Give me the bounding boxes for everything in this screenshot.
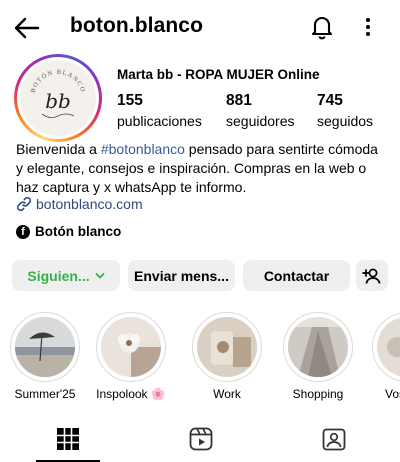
following-button[interactable]: Siguien...	[12, 260, 120, 291]
highlight-inspolook[interactable]: Inspolook 🌸	[95, 312, 167, 401]
following-button-label: Siguien...	[27, 267, 90, 284]
facebook-icon: f	[16, 224, 30, 239]
chevron-down-icon	[95, 272, 105, 279]
bio-text: y elegante, consejos e inspiración. Comp…	[16, 160, 367, 176]
stat-followers-value: 881	[226, 92, 252, 109]
add-user-button[interactable]	[356, 260, 388, 291]
stat-followers[interactable]: 881 seguidores	[226, 92, 295, 129]
highlight-work-image	[197, 317, 257, 377]
message-button[interactable]: Enviar mens...	[128, 260, 235, 291]
stat-following-value: 745	[317, 92, 343, 109]
highlight-label: Work	[213, 387, 241, 401]
logo-icon: BOTÓN BLANCO bb	[30, 69, 85, 118]
highlight-vos[interactable]: Vos	[372, 312, 400, 401]
tagged-icon[interactable]	[321, 426, 347, 452]
highlight-inspo-image	[101, 317, 161, 377]
top-bar: boton.blanco	[0, 0, 400, 56]
stat-following-label: seguidos	[317, 113, 374, 129]
highlight-label: Inspolook 🌸	[96, 387, 166, 401]
bio-text: pensado para sentirte cómoda	[184, 141, 378, 157]
bio-text: Bienvenida a	[16, 141, 101, 157]
highlight-shopping-image	[288, 317, 348, 377]
highlight-label: Summer'25	[14, 387, 76, 401]
stat-followers-label: seguidores	[226, 113, 295, 129]
profile-username: boton.blanco	[70, 14, 204, 37]
facebook-link-text: Botón blanco	[35, 224, 122, 239]
highlight-beach-image	[15, 317, 75, 377]
stat-following[interactable]: 745 seguidos	[317, 92, 373, 129]
stat-posts[interactable]: 155 publicaciones	[117, 92, 202, 129]
message-button-label: Enviar mens...	[134, 267, 229, 284]
contact-button-label: Contactar	[263, 267, 330, 284]
grid-icon[interactable]	[55, 426, 81, 452]
bio-text: haz captura y x whatsApp te informo.	[16, 179, 247, 195]
profile-bio: Bienvenida a #botonblanco pensado para s…	[16, 140, 388, 197]
bio-hashtag-link[interactable]: #botonblanco	[101, 141, 185, 157]
highlight-summer25[interactable]: Summer'25	[9, 312, 81, 401]
website-link-text: botonblanco.com	[36, 196, 143, 212]
highlight-vos-image	[377, 317, 400, 377]
profile-avatar[interactable]: BOTÓN BLANCO bb	[14, 54, 102, 142]
facebook-link[interactable]: f Botón blanco	[16, 224, 121, 239]
reels-icon[interactable]	[188, 426, 214, 452]
highlight-label: Vos	[385, 387, 400, 401]
add-user-icon	[362, 268, 381, 284]
link-icon	[16, 196, 32, 212]
display-name: Marta bb - ROPA MUJER Online	[117, 67, 320, 82]
back-arrow-icon[interactable]	[14, 16, 40, 40]
website-link[interactable]: botonblanco.com	[16, 196, 143, 212]
highlight-shopping[interactable]: Shopping	[282, 312, 354, 401]
highlight-work[interactable]: Work	[191, 312, 263, 401]
stat-posts-label: publicaciones	[117, 113, 202, 129]
svg-text:bb: bb	[45, 89, 71, 113]
profile-tabs	[0, 418, 400, 462]
stat-posts-value: 155	[117, 92, 143, 109]
bell-icon[interactable]	[309, 14, 335, 40]
contact-button[interactable]: Contactar	[243, 260, 350, 291]
highlight-label: Shopping	[292, 387, 344, 401]
more-vertical-icon[interactable]	[358, 15, 378, 39]
